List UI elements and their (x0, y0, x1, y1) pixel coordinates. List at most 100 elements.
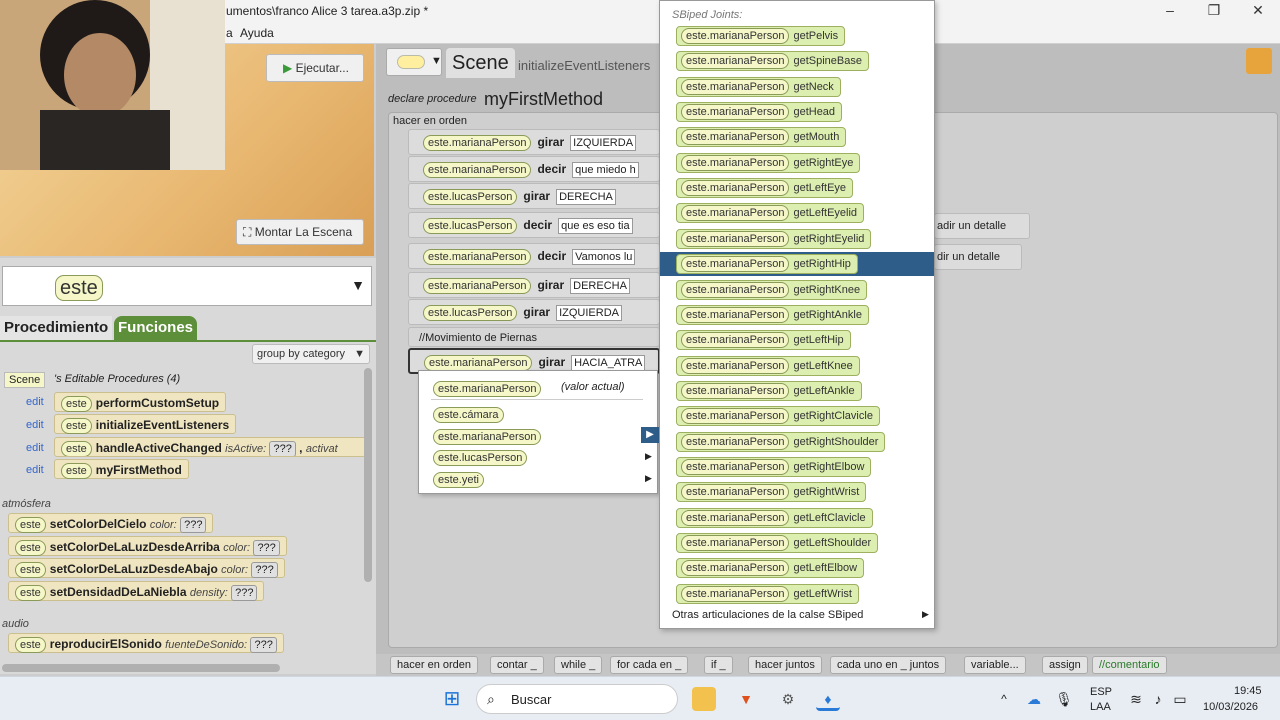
value[interactable]: HACIA_ATRA (571, 355, 646, 371)
vertical-scrollbar[interactable] (364, 368, 372, 582)
block-assign[interactable]: assign (1042, 656, 1088, 674)
language-label[interactable]: ESP (1090, 686, 1112, 698)
battery-icon[interactable]: ▭ (1168, 687, 1192, 711)
joint-item[interactable]: este.marianaPerson getMouth (676, 127, 847, 148)
close-button[interactable]: ✕ (1236, 0, 1280, 22)
joint-item[interactable]: este.marianaPerson getRightKnee (676, 279, 868, 300)
joint-item[interactable]: este.marianaPerson getLeftEye (676, 178, 854, 199)
tab-scene[interactable]: Scene (446, 48, 515, 78)
clipboard-icon[interactable] (1246, 48, 1272, 74)
procedure-block[interactable]: este handleActiveChanged isActive: ??? , … (54, 437, 366, 457)
joint-item[interactable]: este.marianaPerson getLeftEyelid (676, 203, 865, 224)
joint-item[interactable]: este.marianaPerson getRightAnkle (676, 304, 869, 325)
value[interactable]: DERECHA (556, 189, 616, 205)
edit-link[interactable]: edit (26, 396, 44, 408)
value[interactable]: IZQUIERDA (570, 135, 637, 151)
add-detail-button[interactable]: adir un detalle (934, 213, 1030, 239)
arg-value[interactable]: ??? (180, 517, 207, 533)
add-detail-button[interactable]: dir un detalle (934, 244, 1022, 270)
edit-link[interactable]: edit (26, 442, 44, 454)
procedure-block[interactable]: este setColorDeLaLuzDesdeArriba color: ??… (8, 536, 287, 556)
wifi-icon[interactable]: ≋ (1124, 687, 1148, 711)
value[interactable]: IZQUIERDA (556, 305, 622, 321)
procedure-block[interactable]: este reproducirElSonido fuenteDeSonido: ?… (8, 633, 284, 653)
joint-item[interactable]: este.marianaPerson getSpineBase (676, 51, 869, 72)
block-if[interactable]: if _ (704, 656, 733, 674)
file-explorer-icon[interactable] (692, 687, 716, 711)
procedure-block[interactable]: este initializeEventListeners (54, 414, 237, 434)
edit-link[interactable]: edit (26, 419, 44, 431)
joint-item[interactable]: este.marianaPerson getRightElbow (676, 456, 872, 477)
joint-item[interactable]: este.marianaPerson getRightWrist (676, 482, 867, 503)
horizontal-scrollbar[interactable] (2, 664, 280, 672)
object-chip[interactable]: este.lucasPerson (423, 305, 518, 321)
arg-value[interactable]: ??? (253, 540, 280, 556)
menu-item-lucas[interactable]: este.lucasPerson (433, 450, 528, 466)
joint-item[interactable]: este.marianaPerson getLeftKnee (676, 355, 860, 376)
windows-start-icon[interactable]: ⊞ (440, 687, 464, 711)
statement-row[interactable]: este.marianaPerson girar DERECHA (408, 272, 660, 298)
joint-item[interactable]: este.marianaPerson getNeck (676, 76, 841, 97)
joint-item[interactable]: este.marianaPerson getPelvis (676, 26, 846, 46)
joint-item[interactable]: este.marianaPerson getLeftWrist (676, 583, 859, 604)
joint-item[interactable]: este.marianaPerson getRightClavicle (676, 406, 880, 427)
chevron-up-icon[interactable]: ^ (992, 687, 1016, 711)
arg-value[interactable]: ??? (250, 637, 277, 653)
statement-row[interactable]: este.marianaPerson decir Vamonos lu (408, 243, 660, 269)
menu-item-partial[interactable]: a (226, 26, 233, 40)
setup-scene-button[interactable]: ⛶ Montar La Escena (236, 219, 364, 245)
keyboard-layout-label[interactable]: LAA (1090, 701, 1111, 713)
minimize-button[interactable]: – (1148, 0, 1192, 22)
joint-item[interactable]: este.marianaPerson getHead (676, 102, 843, 123)
procedure-block[interactable]: este setColorDelCielo color: ??? (8, 513, 214, 533)
block-variable[interactable]: variable... (964, 656, 1026, 674)
statement-row[interactable]: este.marianaPerson decir que miedo h (408, 156, 660, 182)
object-chip[interactable]: este.marianaPerson (424, 355, 533, 371)
current-value-item[interactable]: este.marianaPerson (433, 381, 542, 397)
group-by-select[interactable]: group by category ▼ (252, 344, 370, 364)
joint-item[interactable]: este.marianaPerson getRightEyelid (676, 228, 872, 249)
alice-app-icon[interactable]: ♦ (816, 687, 840, 711)
joint-item[interactable]: este.marianaPerson getLeftHip (676, 330, 851, 351)
object-combobox[interactable]: este ▼ (2, 266, 372, 306)
joint-item[interactable]: este.marianaPerson getLeftAnkle (676, 380, 862, 401)
menu-item-yeti[interactable]: este.yeti (433, 472, 484, 488)
settings-icon[interactable]: ⚙ (776, 687, 800, 711)
block-count[interactable]: contar _ (490, 656, 544, 674)
tab-initialize-event-listeners[interactable]: initializeEventListeners (518, 58, 650, 73)
microphone-icon[interactable]: 🎙 (1052, 687, 1076, 711)
block-while[interactable]: while _ (554, 656, 603, 674)
cloud-icon[interactable]: ☁ (1022, 687, 1046, 711)
brave-browser-icon[interactable]: ▼ (734, 687, 758, 711)
statement-row[interactable]: este.lucasPerson decir que es eso tia (408, 212, 660, 238)
joint-item[interactable]: este.marianaPerson getLeftShoulder (676, 533, 879, 553)
tab-procedures[interactable]: Procedimiento (0, 316, 113, 340)
value[interactable]: que es eso tia (558, 218, 633, 234)
arg-value[interactable]: ??? (251, 562, 278, 578)
edit-link[interactable]: edit (26, 464, 44, 476)
maximize-button[interactable]: ❐ (1192, 0, 1236, 22)
more-joints-item[interactable]: Otras articulaciones de la calse SBiped (672, 609, 863, 621)
block-each-in-together[interactable]: cada uno en _ juntos (830, 656, 947, 674)
procedure-block[interactable]: este myFirstMethod (54, 459, 189, 479)
block-do-together[interactable]: hacer juntos (748, 656, 822, 674)
value[interactable]: que miedo h (572, 162, 639, 178)
joint-item[interactable]: este.marianaPerson getLeftClavicle (676, 507, 873, 528)
menu-item-camera[interactable]: este.cámara (433, 407, 504, 423)
block-do-in-order[interactable]: hacer en orden (390, 656, 478, 674)
procedure-block[interactable]: este setColorDeLaLuzDesdeAbajo color: ??? (8, 558, 285, 578)
value[interactable]: DERECHA (570, 278, 630, 294)
class-selector[interactable]: ▼ (386, 48, 442, 76)
run-button[interactable]: ▶ Ejecutar... (266, 54, 364, 82)
object-chip[interactable]: este.marianaPerson (423, 135, 532, 151)
tab-functions[interactable]: Funciones (114, 316, 198, 340)
joint-item[interactable]: este.marianaPerson getLeftElbow (676, 558, 865, 579)
block-for-each[interactable]: for cada en _ (610, 656, 689, 674)
volume-icon[interactable]: ♪ (1146, 687, 1170, 711)
joint-item[interactable]: este.marianaPerson getRightShoulder (676, 431, 886, 452)
arg-value[interactable]: ??? (231, 585, 258, 601)
statement-row[interactable]: este.lucasPerson girar IZQUIERDA (408, 299, 660, 325)
search-box[interactable]: ⌕ Buscar (476, 684, 678, 714)
joint-item[interactable]: este.marianaPerson getRightEye (676, 152, 861, 173)
statement-row[interactable]: este.lucasPerson girar DERECHA (408, 183, 660, 209)
